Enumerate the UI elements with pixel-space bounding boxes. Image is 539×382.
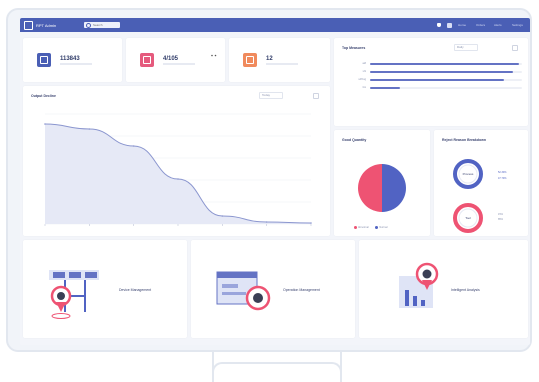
hbar-fill	[370, 71, 513, 73]
good-quantity-pie	[358, 164, 406, 212]
data-point	[310, 222, 312, 224]
expand-icon[interactable]	[211, 44, 217, 57]
stat-caption	[266, 62, 298, 65]
data-point	[132, 145, 135, 147]
stat-caption	[163, 62, 195, 65]
hbar-fill	[370, 63, 519, 65]
donut-label: Process	[463, 172, 474, 176]
feature-card-analysis[interactable]: Intelligent Analysis	[359, 240, 528, 338]
chart-pin-icon	[399, 262, 439, 308]
reject-reason-panel: Reject Reason Breakdown Process Tool 52.3…	[434, 130, 528, 236]
pie-slice	[382, 164, 406, 212]
data-point	[177, 178, 179, 180]
feature-label: Intelligent Analysis	[451, 288, 480, 292]
refresh-icon[interactable]	[512, 45, 518, 51]
good-quantity-panel: Good Quantity Abnormal Normal	[334, 130, 430, 236]
data-point	[221, 215, 224, 217]
app-title: RPT Admin	[36, 22, 57, 28]
feature-label: Device Management	[119, 288, 152, 292]
donut-legend-2: 15% 85%	[498, 212, 503, 222]
output-chart-panel: Output Decline Today	[23, 86, 330, 236]
pie-legend: Abnormal Normal	[354, 226, 387, 229]
hbar-label: fox	[362, 86, 366, 89]
app-logo[interactable]: RPT Admin	[24, 20, 74, 30]
top-bar: RPT Admin Home Orders Alerts Settings	[20, 18, 530, 32]
monitor-stand-base	[212, 362, 342, 382]
hbar-label: s4%ng	[358, 78, 366, 81]
reject-reason-donuts: Process Tool	[453, 159, 483, 233]
search-box[interactable]	[84, 22, 120, 28]
legend-value: 85%	[498, 218, 504, 221]
stat-card-docs[interactable]: 12	[229, 38, 330, 82]
feature-label: Operation Management	[283, 288, 320, 292]
hbar-row: fox	[342, 86, 522, 90]
data-point	[44, 123, 46, 125]
bell-icon[interactable]	[437, 23, 441, 27]
box-icon	[37, 53, 51, 67]
doc-icon	[243, 53, 257, 67]
hbar-label: sf1	[362, 70, 366, 73]
legend-label: Normal	[379, 226, 388, 230]
legend-value: 47.70%	[498, 177, 507, 180]
panel-title: Top Measures	[342, 46, 366, 50]
logo-icon	[24, 20, 33, 30]
top-link-alerts[interactable]: Alerts	[494, 23, 506, 27]
output-line-chart	[44, 113, 312, 226]
top-measures-panel: Top Measures Daily adf sf1 s4%ng fox	[334, 38, 528, 126]
hbar-label: adf	[362, 62, 366, 65]
stat-value: 113843	[60, 55, 80, 62]
pie-slice	[358, 164, 382, 212]
hbar-fill	[370, 87, 401, 89]
hbar-row: sf1	[342, 70, 522, 74]
stat-caption	[60, 62, 92, 65]
alert-icon	[140, 53, 154, 67]
dashboard-screen: RPT Admin Home Orders Alerts Settings 11…	[20, 18, 530, 345]
top-link-settings[interactable]: Settings	[512, 23, 524, 27]
top-link-home[interactable]: Home	[458, 23, 470, 27]
legend-label: Abnormal	[358, 226, 369, 230]
hbar-fill	[370, 79, 504, 81]
hbar-row: adf	[342, 62, 522, 66]
top-link-orders[interactable]: Orders	[476, 23, 488, 27]
donut-label: Tool	[465, 216, 471, 220]
area-fill	[45, 124, 311, 224]
donut-legend-1: 52.30% 47.70%	[498, 170, 506, 182]
data-point	[265, 221, 268, 223]
stat-value: 4/105	[163, 55, 179, 62]
feature-card-device[interactable]: Device Management	[23, 240, 187, 338]
stat-value: 12	[266, 55, 273, 62]
monitor-frame: RPT Admin Home Orders Alerts Settings 11…	[6, 8, 532, 352]
search-icon	[86, 22, 91, 28]
feature-card-operation[interactable]: Operation Management	[191, 240, 355, 338]
search-input[interactable]	[93, 22, 119, 28]
stat-card-total[interactable]: 113843	[23, 38, 122, 82]
period-select[interactable]: Daily	[454, 44, 478, 51]
window-pin-icon	[216, 271, 271, 311]
avatar[interactable]	[447, 22, 452, 28]
table-pin-icon	[49, 270, 99, 319]
hbar-row: s4%ng	[342, 78, 522, 82]
data-point	[88, 128, 91, 130]
stat-card-alerts[interactable]: 4/105	[126, 38, 225, 82]
